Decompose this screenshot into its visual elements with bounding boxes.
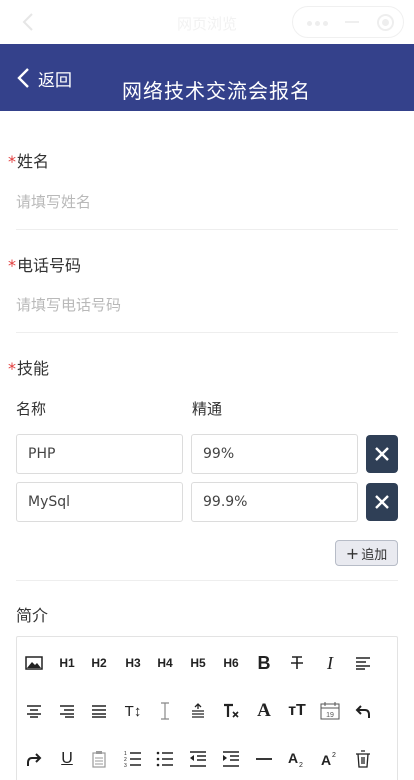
heading-5-icon[interactable]: H5 [182,647,214,679]
divider [16,580,398,581]
heading-4-icon[interactable]: H4 [149,647,181,679]
skill-name-input[interactable]: MySql [16,482,183,522]
svg-text:3: 3 [124,763,127,767]
calendar-day: 19 [326,712,334,719]
phone-label-text: 电话号码 [17,256,82,275]
subscript-icon[interactable]: A2 [281,743,313,775]
close-target-icon[interactable] [377,14,394,31]
close-icon [375,447,389,461]
skill-level-input[interactable]: 99.9% [191,482,358,522]
delete-row-button[interactable] [366,435,398,473]
align-center-icon[interactable] [18,695,50,727]
plus-icon: + [345,543,360,563]
heading-3-icon[interactable]: H3 [117,647,149,679]
italic-icon[interactable]: I [314,647,346,679]
page-title: 网络技术交流会报名 [122,79,311,103]
justify-icon[interactable] [83,695,115,727]
name-input[interactable]: 请填写姓名 [16,191,91,212]
required-mark: * [8,152,16,171]
add-skill-button[interactable]: + 追加 [335,540,398,566]
heading-1-icon[interactable]: H1 [51,647,83,679]
heading-6-label: H6 [223,656,239,670]
heading-2-label: H2 [91,656,107,670]
underline-icon[interactable]: U [51,743,83,775]
font-family-glyph: A [257,700,271,721]
delete-row-button[interactable] [366,483,398,521]
text-size-glyph: T↕ [124,702,142,720]
minimize-icon[interactable] [345,21,359,23]
calendar-icon[interactable]: 19 [314,695,346,727]
system-title-bar: 网页浏览 [0,0,414,44]
close-icon [375,495,389,509]
ordered-list-icon[interactable]: 123 [117,743,149,775]
column-header-level: 精通 [192,400,223,418]
divider [16,332,398,333]
outdent-icon[interactable] [182,743,214,775]
heading-3-label: H3 [125,656,141,670]
skill-level-input[interactable]: 99% [191,434,358,474]
svg-text:2: 2 [299,762,303,768]
back-button[interactable]: 返回 [16,64,72,92]
more-icon[interactable] [307,21,331,26]
line-height-icon[interactable] [149,695,181,727]
back-label: 返回 [38,70,72,91]
divider [16,229,398,230]
required-mark: * [8,256,16,275]
add-skill-label: 追加 [361,547,388,563]
strikethrough-icon[interactable] [281,647,313,679]
skill-name-input[interactable]: PHP [16,434,183,474]
svg-text:A: A [321,752,331,768]
intro-label: 简介 [16,606,49,625]
text-size-icon[interactable]: T↕ [117,695,149,727]
heading-4-label: H4 [157,656,173,670]
underline-glyph: U [61,750,73,767]
superscript-icon[interactable]: A2 [314,743,346,775]
phone-label: *电话号码 [8,252,81,276]
delete-icon[interactable] [347,743,379,775]
phone-input[interactable]: 请填写电话号码 [16,294,121,315]
column-header-name: 名称 [16,400,47,418]
align-right-icon[interactable] [51,695,83,727]
bold-glyph: B [257,652,271,673]
menu-capsule [292,6,404,38]
svg-text:A: A [288,750,298,766]
clear-format-icon[interactable] [215,695,247,727]
font-family-icon[interactable]: A [248,695,280,727]
skills-label: *技能 [8,355,49,379]
bullet-list-icon[interactable] [149,743,181,775]
name-label: *姓名 [8,148,49,172]
heading-2-icon[interactable]: H2 [83,647,115,679]
name-label-text: 姓名 [17,152,50,171]
indent-icon[interactable] [215,743,247,775]
chevron-left-icon [17,68,29,88]
rich-text-editor[interactable]: H1 H2 H3 H4 H5 H6 B I T↕ A тT 19 U 1 2 3… [16,636,398,780]
undo-icon[interactable] [347,695,379,727]
heading-1-label: H1 [59,656,75,670]
italic-glyph: I [327,652,333,673]
heading-5-label: H5 [190,656,206,670]
heading-6-icon[interactable]: H6 [215,647,247,679]
font-size-glyph: тT [288,702,306,719]
clipboard-icon[interactable] [83,743,115,775]
image-icon[interactable] [18,647,50,679]
align-left-icon[interactable] [347,647,379,679]
page-header: 返回 网络技术交流会报名 [0,44,414,111]
redo-icon[interactable] [18,743,50,775]
bold-icon[interactable]: B [248,647,280,679]
font-size-icon[interactable]: тT [281,695,313,727]
skills-label-text: 技能 [17,359,50,378]
horizontal-rule-icon[interactable] [248,743,280,775]
required-mark: * [8,359,16,378]
svg-text:2: 2 [332,752,336,759]
paragraph-spacing-icon[interactable] [182,695,214,727]
